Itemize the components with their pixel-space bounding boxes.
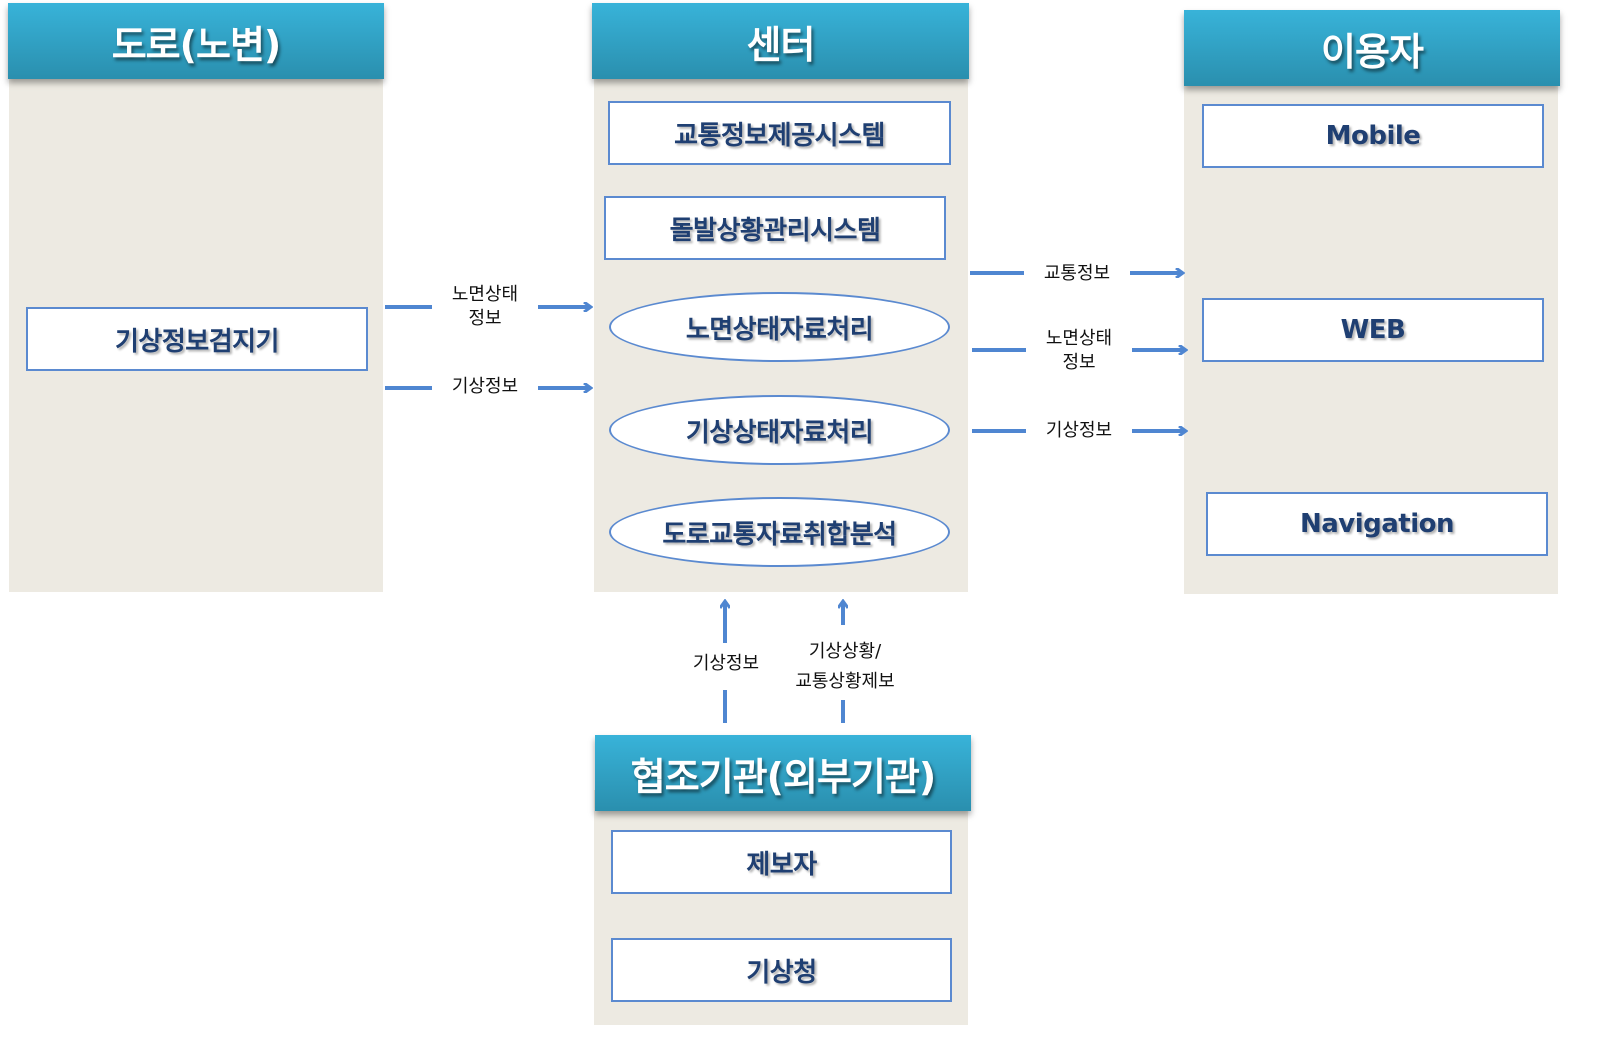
flow-label-partner-report: 기상상황/ 교통상황제보 (795, 641, 895, 692)
flow-label-road-surface-out: 노면상태 정보 (1045, 328, 1113, 373)
flow-label-partner-weather: 기상정보 (692, 653, 760, 674)
flow-label-traffic-info: 교통정보 (1043, 263, 1111, 284)
flow-arrows (385, 0, 1601, 723)
flow-label-weather-out: 기상정보 (1045, 420, 1113, 441)
flow-label-weather: 기상정보 (451, 376, 519, 397)
flow-label-road-surface: 노면상태 정보 (451, 284, 519, 329)
